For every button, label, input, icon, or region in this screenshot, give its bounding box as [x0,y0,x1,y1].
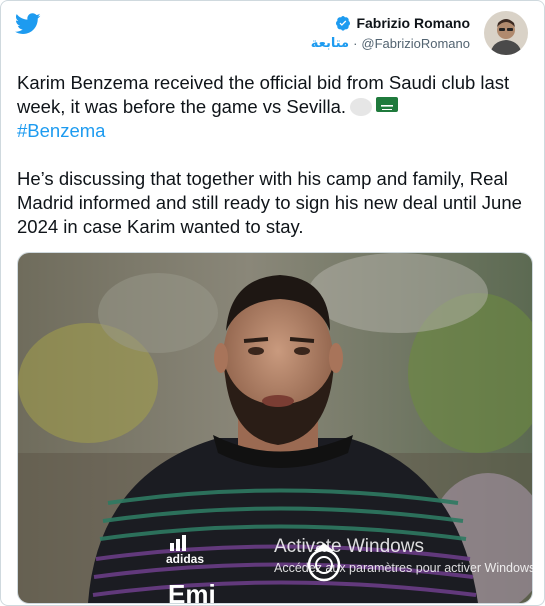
shirt-brand-text: adidas [166,552,204,566]
author-display-name[interactable]: Fabrizio Romano [356,15,470,31]
verified-badge-icon [336,16,351,31]
tweet-photo[interactable]: adidas Emi [17,252,533,604]
shirt-sponsor-text: Emi [168,579,216,603]
hashtag-link[interactable]: #Benzema [17,120,105,141]
separator-dot: · [353,36,358,51]
author-header: Fabrizio Romano متابعة · @FabrizioRomano [311,15,470,51]
tweet-text: Karim Benzema received the official bid … [17,71,532,239]
saudi-arabia-flag-emoji [376,97,399,112]
tweet-paragraph-2: He’s discussing that together with his c… [17,168,522,237]
tweet-paragraph-1: Karim Benzema received the official bid … [17,72,510,141]
author-handle[interactable]: @FabrizioRomano [361,36,470,51]
tweet-card: Fabrizio Romano متابعة · @FabrizioRomano… [0,0,545,606]
follow-link[interactable]: متابعة [311,36,349,51]
twitter-bird-icon[interactable] [15,13,41,35]
white-flag-emoji [350,98,373,116]
author-avatar[interactable] [484,11,528,55]
